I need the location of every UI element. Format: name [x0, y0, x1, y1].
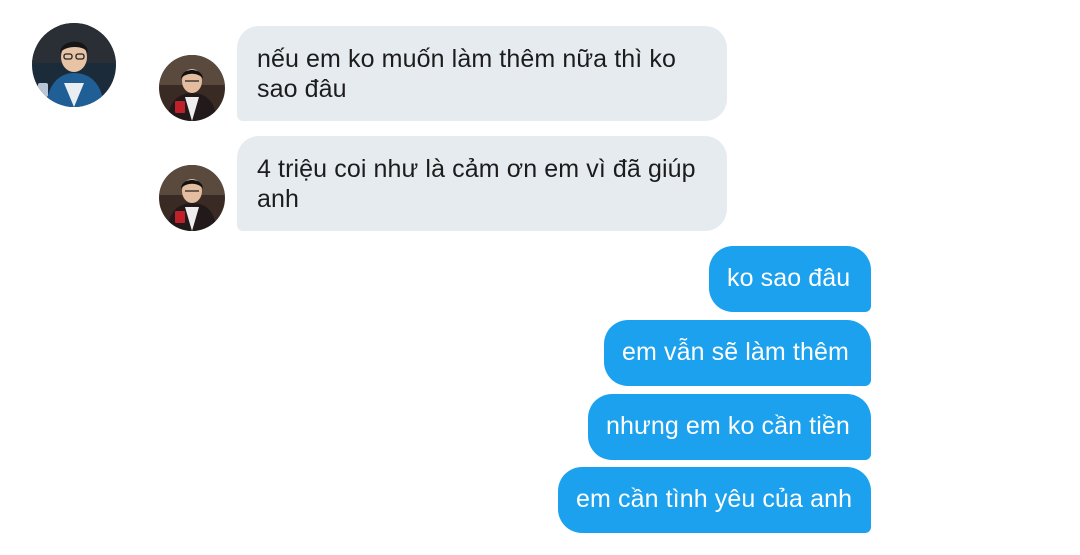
- outgoing-message[interactable]: em vẫn sẽ làm thêm: [604, 320, 871, 386]
- sender-avatar[interactable]: [159, 55, 225, 121]
- incoming-message[interactable]: nếu em ko muốn làm thêm nữa thì ko sao đ…: [237, 26, 727, 121]
- sender-photo-icon: [159, 55, 225, 121]
- outgoing-message[interactable]: nhưng em ko cần tiền: [588, 394, 871, 460]
- outgoing-message[interactable]: ko sao đâu: [709, 246, 871, 312]
- incoming-message[interactable]: 4 triệu coi như là cảm ơn em vì đã giúp …: [237, 136, 727, 231]
- sender-photo-icon: [159, 165, 225, 231]
- profile-photo-icon: [32, 23, 116, 107]
- sender-avatar[interactable]: [159, 165, 225, 231]
- chat-thread: nếu em ko muốn làm thêm nữa thì ko sao đ…: [0, 0, 1080, 555]
- outgoing-message[interactable]: em cần tình yêu của anh: [558, 467, 871, 533]
- profile-avatar[interactable]: [32, 23, 116, 107]
